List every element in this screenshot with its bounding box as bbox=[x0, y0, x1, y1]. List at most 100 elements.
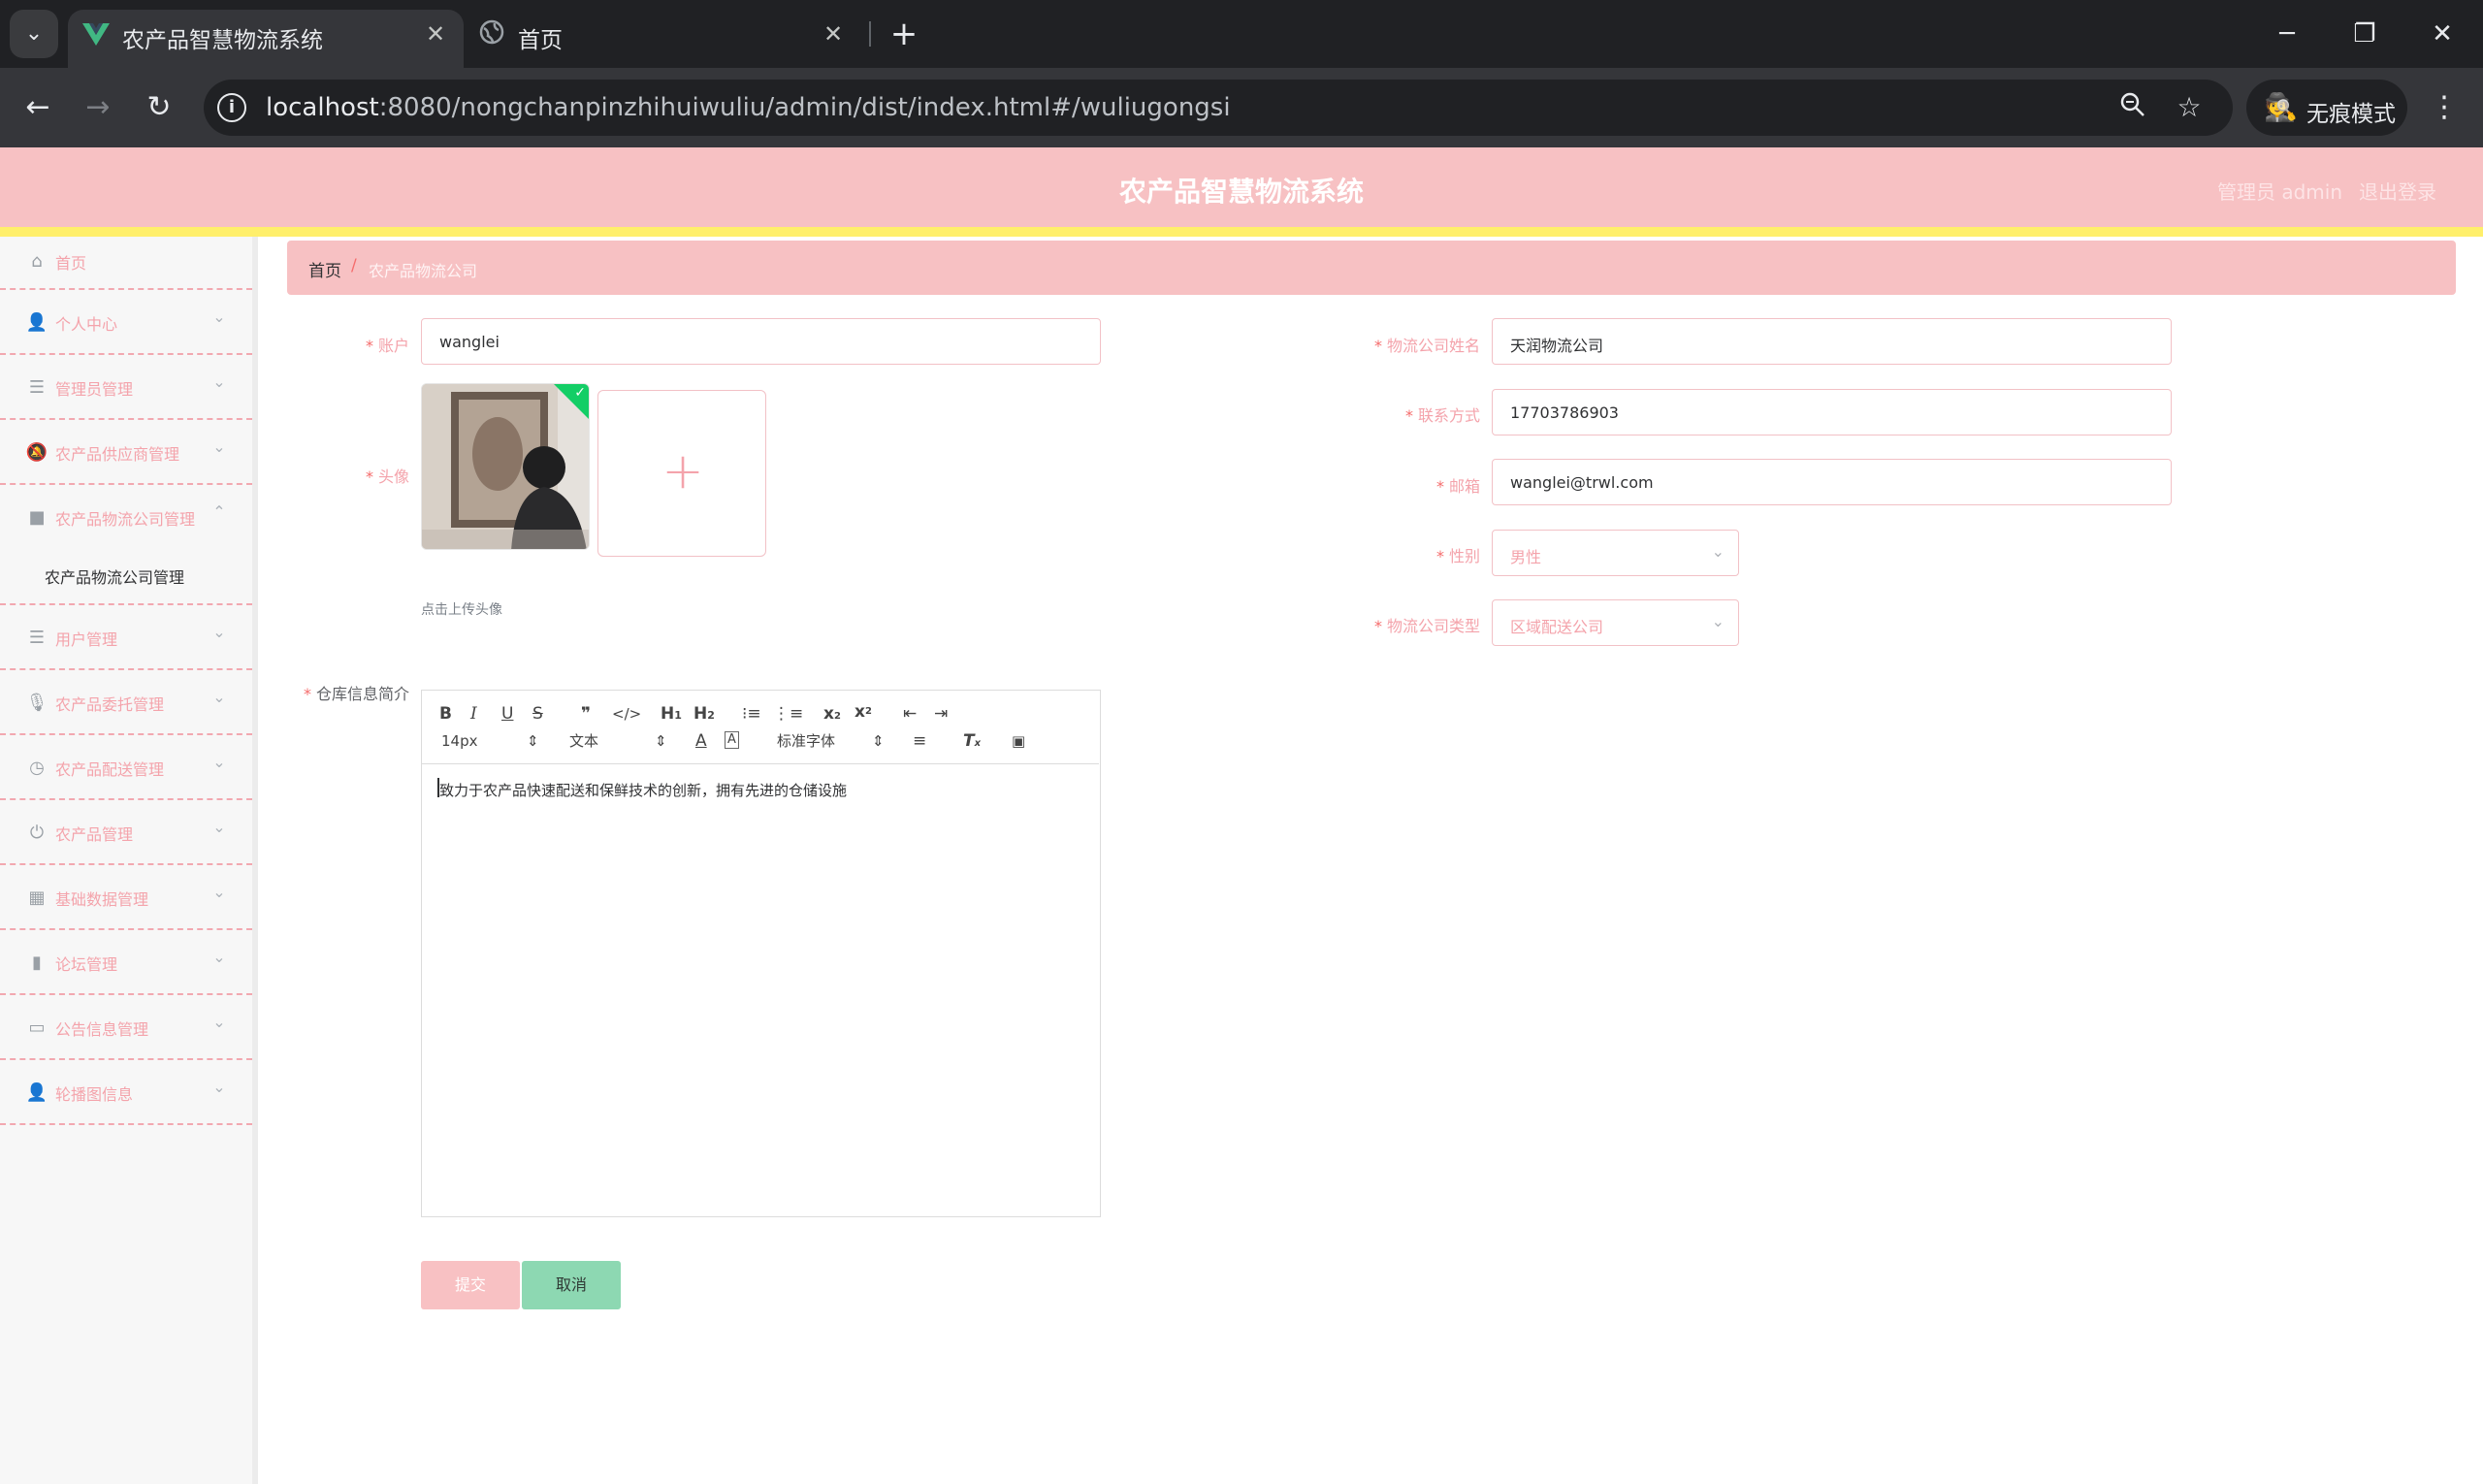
browser-tab[interactable]: 首页 ✕ bbox=[464, 10, 861, 68]
browser-toolbar: ← → ↻ i localhost:8080/nongchanpinzhihui… bbox=[0, 68, 2483, 147]
italic-icon[interactable]: I bbox=[470, 704, 477, 724]
outdent-icon[interactable]: ⇤ bbox=[903, 704, 917, 724]
avatar-upload-button[interactable]: + bbox=[597, 390, 766, 557]
gender-select[interactable]: 男性 ⌄ bbox=[1492, 530, 1739, 576]
company-type-label: * 物流公司类型 bbox=[1373, 617, 1480, 635]
font-family-select[interactable]: 标准字体 bbox=[777, 731, 835, 751]
account-input[interactable]: wanglei bbox=[421, 318, 1101, 365]
header-select[interactable]: 文本 bbox=[569, 731, 598, 751]
rich-text-editor[interactable]: B I U S ❞ </> H1 H2 ⁝≡ ⋮≡ x2 x2 ⇤ ⇥ 14px… bbox=[421, 690, 1101, 1217]
logout-link[interactable]: 退出登录 bbox=[2359, 177, 2436, 205]
sidebar-edge bbox=[252, 237, 258, 1484]
sidebar-item-base-data-management[interactable]: ▦ 基础数据管理 ⌄ bbox=[0, 865, 252, 930]
underline-icon[interactable]: U bbox=[501, 704, 513, 724]
reload-icon[interactable]: ↻ bbox=[135, 83, 183, 132]
cancel-button[interactable]: 取消 bbox=[522, 1261, 621, 1309]
heading-1-icon[interactable]: H1 bbox=[661, 704, 682, 726]
sidebar-item-admin-management[interactable]: ☰ 管理员管理 ⌄ bbox=[0, 355, 252, 420]
chevron-down-icon: ⌄ bbox=[212, 1013, 226, 1031]
strike-icon[interactable]: S bbox=[532, 704, 543, 724]
code-block-icon[interactable]: </> bbox=[612, 704, 641, 724]
tab-title: 农产品智慧物流系统 bbox=[122, 28, 323, 53]
minimize-icon[interactable]: ─ bbox=[2258, 10, 2316, 58]
sidebar-item-personal-center[interactable]: 👤 个人中心 ⌄ bbox=[0, 290, 252, 355]
ordered-list-icon[interactable]: ⁝≡ bbox=[742, 704, 761, 724]
chevron-down-icon: ⌄ bbox=[212, 753, 226, 771]
sidebar-item-supplier-management[interactable]: 🔕 农产品供应商管理 ⌄ bbox=[0, 420, 252, 485]
image-icon[interactable]: ▣ bbox=[1012, 731, 1025, 751]
company-name-input[interactable]: 天润物流公司 bbox=[1492, 318, 2172, 365]
sidebar-item-product-management[interactable]: ⏻ 农产品管理 ⌄ bbox=[0, 800, 252, 865]
bullet-list-icon[interactable]: ⋮≡ bbox=[773, 704, 803, 724]
tab-search-button[interactable]: ⌄ bbox=[10, 10, 58, 58]
contact-input[interactable]: 17703786903 bbox=[1492, 389, 2172, 436]
sidebar-item-carousel-info[interactable]: 👤 轮播图信息 ⌄ bbox=[0, 1060, 252, 1125]
vue-logo-icon bbox=[81, 19, 111, 48]
sidebar-item-delivery-management[interactable]: ◷ 农产品配送管理 ⌄ bbox=[0, 735, 252, 800]
contact-label: * 联系方式 bbox=[1404, 406, 1480, 425]
subscript-icon[interactable]: x2 bbox=[823, 704, 841, 726]
sidebar-item-home[interactable]: ⌂ 首页 bbox=[0, 237, 252, 290]
editor-content[interactable]: 致力于农产品快速配送和保鲜技术的创新，拥有先进的仓储设施 bbox=[439, 780, 847, 800]
company-type-select[interactable]: 区域配送公司 ⌄ bbox=[1492, 599, 1739, 646]
bell-off-icon: 🔕 bbox=[25, 442, 48, 463]
superscript-icon[interactable]: x2 bbox=[855, 702, 872, 722]
submit-button[interactable]: 提交 bbox=[421, 1261, 520, 1309]
font-size-select[interactable]: 14px bbox=[441, 731, 478, 751]
submenu-item-logistics-company-management[interactable]: 农产品物流公司管理 bbox=[0, 545, 252, 605]
indent-icon[interactable]: ⇥ bbox=[934, 704, 948, 724]
chevron-down-icon: ⌄ bbox=[212, 688, 226, 706]
breadcrumb: 首页 / 农产品物流公司 bbox=[287, 241, 2456, 295]
address-bar[interactable]: i localhost:8080/nongchanpinzhihuiwuliu/… bbox=[204, 80, 2233, 136]
restore-icon[interactable]: ❐ bbox=[2336, 10, 2394, 58]
url-text[interactable]: localhost:8080/nongchanpinzhihuiwuliu/ad… bbox=[266, 93, 1231, 122]
breadcrumb-home[interactable]: 首页 bbox=[308, 257, 341, 281]
text-color-icon[interactable]: A bbox=[695, 731, 707, 751]
sidebar-item-forum-management[interactable]: ▮ 论坛管理 ⌄ bbox=[0, 930, 252, 995]
check-icon: ✓ bbox=[574, 385, 586, 401]
browser-tab-active[interactable]: 农产品智慧物流系统 ✕ bbox=[68, 10, 464, 68]
chevron-down-icon: ⌄ bbox=[212, 372, 226, 391]
select-arrows-icon: ⇕ bbox=[872, 732, 885, 750]
tab-close-icon[interactable]: ✕ bbox=[819, 19, 848, 48]
incognito-label: 无痕模式 bbox=[2306, 102, 2396, 127]
site-info-icon[interactable]: i bbox=[217, 93, 246, 122]
user-icon: 👤 bbox=[25, 1082, 48, 1103]
account-label: * 账户 bbox=[365, 337, 409, 355]
bookmark-star-icon[interactable]: ☆ bbox=[2173, 91, 2206, 124]
breadcrumb-separator: / bbox=[351, 256, 357, 275]
chevron-down-icon: ⌄ bbox=[24, 21, 44, 46]
sidebar-item-user-management[interactable]: ☰ 用户管理 ⌄ bbox=[0, 605, 252, 670]
heading-2-icon[interactable]: H2 bbox=[693, 704, 715, 726]
background-color-icon[interactable]: A bbox=[725, 731, 739, 749]
blockquote-icon[interactable]: ❞ bbox=[581, 704, 591, 724]
sidebar-item-commission-management[interactable]: 🎙 农产品委托管理 ⌄ bbox=[0, 670, 252, 735]
sidebar-item-notice-management[interactable]: ▭ 公告信息管理 ⌄ bbox=[0, 995, 252, 1060]
forward-icon[interactable]: → bbox=[74, 83, 122, 132]
align-icon[interactable]: ≡ bbox=[913, 731, 926, 751]
tab-close-icon[interactable]: ✕ bbox=[421, 19, 450, 48]
chevron-down-icon: ⌄ bbox=[1711, 542, 1725, 561]
new-tab-button[interactable]: + bbox=[885, 15, 923, 53]
window-close-icon[interactable]: ✕ bbox=[2413, 10, 2471, 58]
globe-icon bbox=[477, 19, 506, 48]
avatar-preview-image[interactable]: ✓ bbox=[421, 383, 590, 550]
incognito-icon: 🕵 bbox=[2264, 91, 2298, 123]
back-icon[interactable]: ← bbox=[14, 83, 62, 132]
zoom-icon[interactable] bbox=[2116, 91, 2149, 124]
sidebar-item-logistics-company-management[interactable]: ■ 农产品物流公司管理 ⌃ bbox=[0, 485, 252, 550]
chevron-down-icon: ⌄ bbox=[212, 437, 226, 456]
select-arrows-icon: ⇕ bbox=[655, 732, 667, 750]
video-camera-icon: ■ bbox=[28, 507, 46, 528]
chevron-down-icon: ⌄ bbox=[212, 623, 226, 641]
breadcrumb-current: 农产品物流公司 bbox=[369, 262, 478, 280]
incognito-badge[interactable]: 🕵 无痕模式 bbox=[2246, 80, 2407, 136]
clear-format-icon[interactable]: Tx bbox=[963, 731, 981, 754]
bar-chart-icon: ▮ bbox=[32, 952, 42, 973]
grid-icon: ▦ bbox=[28, 887, 46, 908]
email-input[interactable]: wanglei@trwl.com bbox=[1492, 459, 2172, 505]
chevron-down-icon: ⌄ bbox=[1711, 612, 1725, 630]
bold-icon[interactable]: B bbox=[439, 704, 452, 724]
intro-label: * 仓库信息简介 bbox=[303, 685, 409, 703]
more-menu-icon[interactable]: ⋮ bbox=[2425, 83, 2464, 132]
